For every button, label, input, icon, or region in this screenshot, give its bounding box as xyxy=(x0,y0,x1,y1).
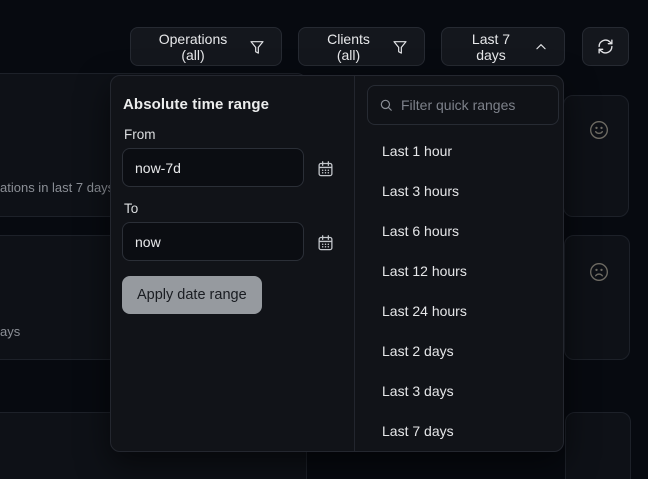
time-range-label: Last 7 days xyxy=(458,31,524,63)
quick-range-item-last-6-hours[interactable]: Last 6 hours xyxy=(355,211,563,251)
refresh-button[interactable] xyxy=(582,27,629,66)
background-card xyxy=(565,412,631,479)
from-calendar-button[interactable] xyxy=(317,159,335,177)
background-card xyxy=(564,235,630,360)
quick-ranges-list: Last 1 hour Last 3 hours Last 6 hours La… xyxy=(355,131,563,451)
chevron-up-icon xyxy=(534,40,548,54)
clients-filter-button[interactable]: Clients (all) xyxy=(298,27,425,66)
absolute-time-range-title: Absolute time range xyxy=(123,96,269,113)
time-range-picker-panel: Absolute time range From To xyxy=(110,75,564,452)
quick-ranges-section: Last 1 hour Last 3 hours Last 6 hours La… xyxy=(354,76,563,451)
quick-range-item-last-3-days[interactable]: Last 3 days xyxy=(355,371,563,411)
apply-date-range-button[interactable]: Apply date range xyxy=(122,276,262,314)
operations-filter-label: Operations (all) xyxy=(147,31,239,63)
quick-range-item-last-24-hours[interactable]: Last 24 hours xyxy=(355,291,563,331)
quick-ranges-filter[interactable] xyxy=(367,85,559,125)
funnel-icon xyxy=(392,39,408,55)
search-icon xyxy=(379,98,393,112)
frown-face-icon xyxy=(589,262,609,282)
to-label: To xyxy=(124,201,138,216)
background-card-caption: ays xyxy=(0,324,20,339)
quick-range-item-last-2-days[interactable]: Last 2 days xyxy=(355,331,563,371)
to-calendar-button[interactable] xyxy=(317,233,335,251)
to-input[interactable] xyxy=(122,222,304,261)
quick-range-item-last-7-days[interactable]: Last 7 days xyxy=(355,411,563,451)
from-label: From xyxy=(124,127,156,142)
quick-ranges-filter-input[interactable] xyxy=(401,97,547,113)
time-range-button[interactable]: Last 7 days xyxy=(441,27,565,66)
quick-range-item-last-3-hours[interactable]: Last 3 hours xyxy=(355,171,563,211)
calendar-icon xyxy=(317,160,335,177)
quick-range-item-last-12-hours[interactable]: Last 12 hours xyxy=(355,251,563,291)
operations-filter-button[interactable]: Operations (all) xyxy=(130,27,282,66)
smiley-face-icon xyxy=(589,120,609,140)
clients-filter-label: Clients (all) xyxy=(315,31,382,63)
background-card xyxy=(563,95,629,217)
quick-range-item-last-1-hour[interactable]: Last 1 hour xyxy=(355,131,563,171)
app-root: ations in last 7 days ays Operations (al… xyxy=(0,0,648,479)
background-card-caption: ations in last 7 days xyxy=(0,180,114,195)
funnel-icon xyxy=(249,39,265,55)
from-input[interactable] xyxy=(122,148,304,187)
calendar-icon xyxy=(317,234,335,251)
absolute-time-range-section: Absolute time range From To xyxy=(111,76,354,451)
refresh-icon xyxy=(597,38,614,55)
